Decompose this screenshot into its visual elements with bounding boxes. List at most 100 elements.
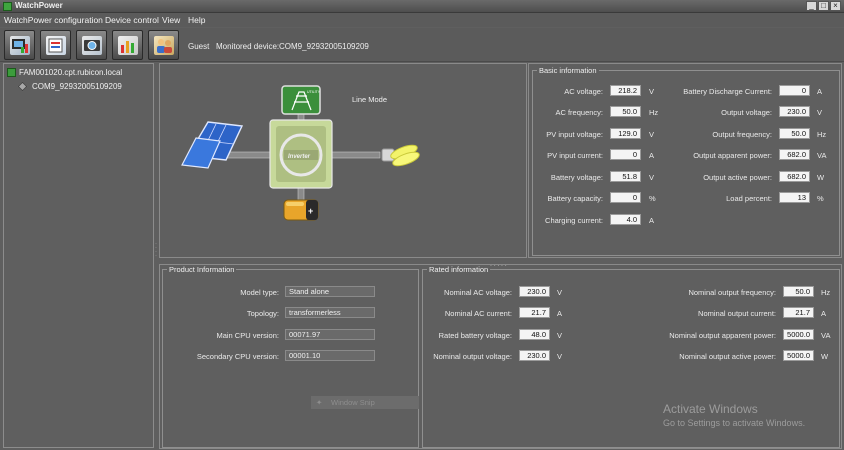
nominal-output-active-power-unit: W <box>821 352 828 361</box>
output-frequency-value: 50.0 <box>779 128 810 139</box>
light-bulb-icon <box>382 143 421 169</box>
nominal-output-frequency-value: 50.0 <box>783 286 814 297</box>
pv-input-current-label: PV input current: <box>520 151 603 160</box>
rated-battery-voltage-label: Rated battery voltage: <box>410 331 512 340</box>
product-information-title: Product Information <box>167 265 236 274</box>
basic-information-title: Basic information <box>537 66 599 75</box>
charging-current-label: Charging current: <box>520 216 603 225</box>
configuration-button[interactable] <box>40 30 71 60</box>
menu-view[interactable]: View <box>162 15 180 25</box>
device-control-icon <box>82 36 102 55</box>
secondary-cpu-version-value: 00001.10 <box>285 350 375 361</box>
nominal-ac-current-unit: A <box>557 309 562 318</box>
monitor-button[interactable] <box>4 30 35 60</box>
model-type-value: Stand alone <box>285 286 375 297</box>
inverter-icon: Inverter <box>270 120 332 188</box>
device-control-button[interactable] <box>76 30 107 60</box>
close-button[interactable]: × <box>830 1 841 11</box>
battery-capacity-unit: % <box>649 194 656 203</box>
rated-battery-voltage-value: 48.0 <box>519 329 550 340</box>
window-title: WatchPower <box>15 1 63 10</box>
ac-voltage-unit: V <box>649 87 654 96</box>
maximize-button[interactable]: □ <box>818 1 829 11</box>
configuration-icon <box>46 36 66 55</box>
nominal-ac-voltage-unit: V <box>557 288 562 297</box>
minimize-button[interactable]: _ <box>806 1 817 11</box>
nominal-output-voltage-unit: V <box>557 352 562 361</box>
ac-voltage-label: AC voltage: <box>520 87 603 96</box>
nominal-ac-voltage-value: 230.0 <box>519 286 550 297</box>
user-icon <box>154 36 174 55</box>
menu-bar: WatchPower configuration Device control … <box>0 13 844 27</box>
battery-voltage-unit: V <box>649 173 654 182</box>
activate-windows-subtitle: Go to Settings to activate Windows. <box>663 418 805 428</box>
menu-device-control[interactable]: Device control <box>105 15 159 25</box>
monitored-device: COM9_92932005109209 <box>279 42 369 51</box>
ac-voltage-value: 218.2 <box>610 85 641 96</box>
ac-frequency-label: AC frequency: <box>520 108 603 117</box>
snip-icon: ✦ <box>316 396 322 409</box>
main-cpu-version-value: 00071.97 <box>285 329 375 340</box>
monitor-icon <box>10 36 30 55</box>
charging-current-unit: A <box>649 216 654 225</box>
nominal-output-voltage-value: 230.0 <box>519 350 550 361</box>
solar-panel-icon <box>182 122 242 168</box>
nominal-ac-current-value: 21.7 <box>519 307 550 318</box>
output-apparent-power-value: 682.0 <box>779 149 810 160</box>
topology-label: Topology: <box>170 309 279 318</box>
charging-current-value: 4.0 <box>610 214 641 225</box>
nominal-output-active-power-value: 5000.0 <box>783 350 814 361</box>
tree-root[interactable]: FAM001020.cpt.rubicon.local <box>19 68 122 77</box>
utility-tower-icon: UTILITY <box>282 86 321 114</box>
output-active-power-label: Output active power: <box>662 173 772 182</box>
output-apparent-power-label: Output apparent power: <box>662 151 772 160</box>
power-flow-graphic: UTILITY Inverter + <box>160 64 528 259</box>
tree-device[interactable]: COM9_92932005109209 <box>32 82 122 91</box>
splitter-vertical[interactable]: ···· <box>155 242 158 258</box>
data-log-button[interactable] <box>112 30 143 60</box>
model-type-label: Model type: <box>170 288 279 297</box>
pv-input-current-unit: A <box>649 151 654 160</box>
title-bar: WatchPower _ □ × <box>0 0 844 13</box>
nominal-ac-current-label: Nominal AC current: <box>410 309 512 318</box>
battery-capacity-label: Battery capacity: <box>520 194 603 203</box>
nominal-output-frequency-label: Nominal output frequency: <box>620 288 776 297</box>
battery-capacity-value: 0 <box>610 192 641 203</box>
secondary-cpu-version-label: Secondary CPU version: <box>170 352 279 361</box>
current-user: Guest <box>188 42 209 51</box>
topology-value: transformerless <box>285 307 375 318</box>
output-frequency-label: Output frequency: <box>662 130 772 139</box>
rated-battery-voltage-unit: V <box>557 331 562 340</box>
user-button[interactable] <box>148 30 179 60</box>
svg-text:+: + <box>308 206 313 216</box>
battery-voltage-value: 51.8 <box>610 171 641 182</box>
computer-icon <box>7 68 16 77</box>
battery-discharge-current-value: 0 <box>779 85 810 96</box>
load-percent-unit: % <box>817 194 824 203</box>
device-icon <box>18 82 28 92</box>
window-snip-label: Window Snip <box>331 398 375 407</box>
power-flow-diagram: UTILITY Inverter + Line Mode <box>159 63 527 258</box>
load-percent-value: 13 <box>779 192 810 203</box>
output-frequency-unit: Hz <box>817 130 826 139</box>
nominal-output-current-value: 21.7 <box>783 307 814 318</box>
menu-help[interactable]: Help <box>188 15 205 25</box>
main-cpu-version-label: Main CPU version: <box>170 331 279 340</box>
output-active-power-unit: W <box>817 173 824 182</box>
rated-information-title: Rated information <box>427 265 490 274</box>
nominal-output-active-power-label: Nominal output active power: <box>620 352 776 361</box>
mode-label: Line Mode <box>352 95 387 104</box>
pv-input-voltage-label: PV input voltage: <box>520 130 603 139</box>
device-tree: FAM001020.cpt.rubicon.local COM9_9293200… <box>3 63 154 448</box>
ac-frequency-value: 50.0 <box>610 106 641 117</box>
pv-input-voltage-value: 129.0 <box>610 128 641 139</box>
pv-input-voltage-unit: V <box>649 130 654 139</box>
toolbar: Guest Monitored device: COM9_92932005109… <box>0 28 844 62</box>
basic-information-group: Basic information <box>532 70 840 256</box>
battery-discharge-current-label: Battery Discharge Current: <box>662 87 772 96</box>
output-voltage-unit: V <box>817 108 822 117</box>
nominal-output-apparent-power-unit: VA <box>821 331 830 340</box>
app-icon <box>3 2 12 11</box>
nominal-output-voltage-label: Nominal output voltage: <box>410 352 512 361</box>
menu-watchpower-configuration[interactable]: WatchPower configuration <box>4 15 103 25</box>
